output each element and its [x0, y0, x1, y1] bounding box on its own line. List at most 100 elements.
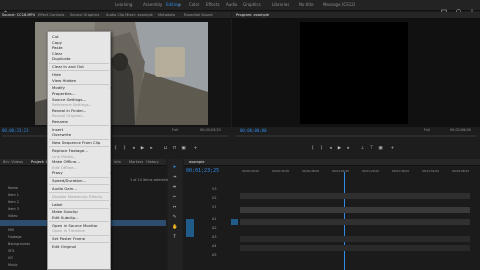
tab-markers[interactable]: Markers	[129, 160, 143, 164]
play-icon[interactable]: ▶	[140, 146, 145, 151]
menu-item-properties[interactable]: Properties...	[52, 91, 75, 96]
type-icon[interactable]: T	[172, 235, 177, 240]
clip-video[interactable]	[240, 207, 470, 213]
workspace-tab-graphics[interactable]: Graphics	[243, 2, 261, 7]
workspace-tab-message[interactable]: Message (CS12)	[323, 2, 355, 7]
track-label[interactable]: V2	[212, 196, 216, 200]
lift-icon[interactable]: ⊥	[360, 146, 365, 151]
menu-item-hide[interactable]: Hide	[52, 72, 61, 77]
mark-out-icon[interactable]: }	[122, 146, 127, 151]
menu-item-new-sequence-from-clip[interactable]: New Sequence From Clip	[52, 140, 100, 145]
step-forward-icon[interactable]: ▸	[346, 146, 351, 151]
mark-in-icon[interactable]: {	[310, 146, 315, 151]
menu-item-cut[interactable]: Cut	[52, 34, 59, 39]
menu-item-modify[interactable]: Modify	[52, 85, 111, 90]
menu-item-edit-original[interactable]: Edit Original	[52, 244, 76, 249]
camera-icon[interactable]: ▣	[181, 146, 186, 151]
menu-item-rename[interactable]: Rename	[52, 119, 68, 124]
tab-metadata[interactable]: Metadata	[158, 13, 175, 17]
workspace-tab-audio[interactable]: Audio	[226, 2, 237, 7]
workspace-tab-no-title[interactable]: No title	[299, 2, 314, 7]
step-forward-icon[interactable]: ▸	[149, 146, 154, 151]
menu-item-paste[interactable]: Paste	[52, 45, 63, 50]
step-back-icon[interactable]: ◂	[328, 146, 333, 151]
project-row[interactable]: Backgrounds	[8, 242, 30, 246]
track-label[interactable]: A4	[212, 244, 216, 248]
menu-item-replace-footage[interactable]: Replace Footage...	[52, 148, 88, 153]
clip-audio[interactable]	[240, 245, 470, 251]
menu-item-set-poster-frame[interactable]: Set Poster Frame	[52, 236, 85, 241]
add-button-icon[interactable]: +	[390, 146, 395, 151]
project-row[interactable]: Item 1	[8, 193, 19, 197]
track-label[interactable]: A3	[212, 235, 216, 239]
menu-item-open-in-source-monitor[interactable]: Open in Source Monitor	[52, 223, 98, 228]
program-scrubber[interactable]	[235, 135, 477, 137]
menu-item-label[interactable]: Label	[52, 202, 109, 207]
clip-audio[interactable]	[240, 219, 470, 225]
program-fit-select[interactable]: Full	[424, 128, 430, 132]
quick-export-icon[interactable]	[468, 1, 476, 15]
tab-info[interactable]: Info	[114, 160, 121, 164]
project-row[interactable]: Footage	[8, 235, 22, 239]
workspace-tab-learning[interactable]: Learning	[115, 2, 132, 7]
track-select-icon[interactable]: ⇥	[172, 175, 177, 180]
insert-icon[interactable]: ⊔	[163, 146, 168, 151]
step-back-icon[interactable]: ◂	[131, 146, 136, 151]
project-row[interactable]: VO	[8, 256, 13, 260]
track-label[interactable]: V1	[212, 205, 216, 209]
menu-item-reveal-in-finder[interactable]: Reveal in Finder...	[52, 108, 86, 113]
selection-tool-icon[interactable]: ➤	[172, 165, 177, 170]
clip-audio[interactable]	[240, 236, 470, 242]
tab-source-graphics[interactable]: Source Graphics	[70, 13, 99, 17]
hand-icon[interactable]: ✋	[172, 225, 178, 230]
overwrite-icon[interactable]: ⊓	[172, 146, 177, 151]
extract-icon[interactable]: ⊤	[369, 146, 374, 151]
workspace-tab-effects[interactable]: Effects	[206, 2, 220, 7]
track-label[interactable]: A2	[212, 226, 216, 230]
project-row[interactable]: Music	[8, 263, 18, 267]
menu-item-view-hidden[interactable]: View Hidden	[52, 78, 76, 83]
track-target-a1[interactable]	[231, 219, 238, 225]
home-icon[interactable]	[2, 2, 9, 17]
camera-icon[interactable]: ▣	[378, 146, 383, 151]
tab-sequence[interactable]: example	[189, 160, 204, 164]
workspace-tab-libraries[interactable]: Libraries	[272, 2, 289, 7]
menu-item-source-settings[interactable]: Source Settings...	[52, 97, 86, 102]
project-row[interactable]: Video	[8, 214, 18, 218]
project-row[interactable]: Item 3	[8, 207, 19, 211]
tab-history[interactable]: History	[146, 160, 159, 164]
slip-icon[interactable]: ↔	[172, 205, 177, 210]
razor-icon[interactable]: ✂	[172, 195, 177, 200]
source-fit-select[interactable]: Full	[172, 128, 178, 132]
timeline-timecode[interactable]: 00;01;23;25	[186, 168, 219, 174]
project-row[interactable]: Name	[8, 186, 18, 190]
track-label[interactable]: A5	[212, 253, 216, 257]
menu-item-audio-gain[interactable]: Audio Gain...	[52, 186, 77, 191]
workspace-tab-assembly[interactable]: Assembly	[143, 2, 162, 7]
project-row[interactable]: MVI	[8, 228, 14, 232]
menu-item-insert[interactable]: Insert	[52, 127, 63, 132]
menu-item-overwrite[interactable]: Overwrite	[52, 132, 71, 137]
tab-source[interactable]: Source: CC16.MP4	[2, 13, 35, 17]
source-patch-v1[interactable]	[186, 219, 194, 237]
menu-item-edit-subclip[interactable]: Edit Subclip...	[52, 215, 79, 220]
tab-program[interactable]: Program: example	[236, 13, 269, 17]
menu-item-make-offline[interactable]: Make Offline...	[52, 159, 80, 164]
tab-bin-videos[interactable]: Bin: Videos	[3, 160, 23, 164]
menu-item-proxy[interactable]: Proxy	[52, 170, 110, 175]
project-row[interactable]: SFX	[8, 249, 14, 253]
menu-item-make-subclip[interactable]: Make Subclip	[52, 209, 78, 214]
tab-essential-sound[interactable]: Essential Sound	[184, 13, 213, 17]
menu-item-copy[interactable]: Copy	[52, 40, 62, 45]
menu-item-duplicate[interactable]: Duplicate	[52, 56, 71, 61]
menu-item-speed-duration[interactable]: Speed/Duration...	[52, 178, 86, 183]
mark-out-icon[interactable]: }	[319, 146, 324, 151]
source-scrubber[interactable]	[2, 135, 229, 137]
clip-video[interactable]	[240, 193, 470, 199]
workspace-tab-color[interactable]: Color	[189, 2, 199, 7]
tab-audio-clip-mixer[interactable]: Audio Clip Mixer: example	[106, 13, 153, 17]
track-label[interactable]: A1	[212, 217, 216, 221]
menu-item-clear-in-and-out[interactable]: Clear In and Out	[52, 64, 84, 69]
search-icon[interactable]	[455, 1, 463, 16]
track-label[interactable]: V3	[212, 187, 216, 191]
